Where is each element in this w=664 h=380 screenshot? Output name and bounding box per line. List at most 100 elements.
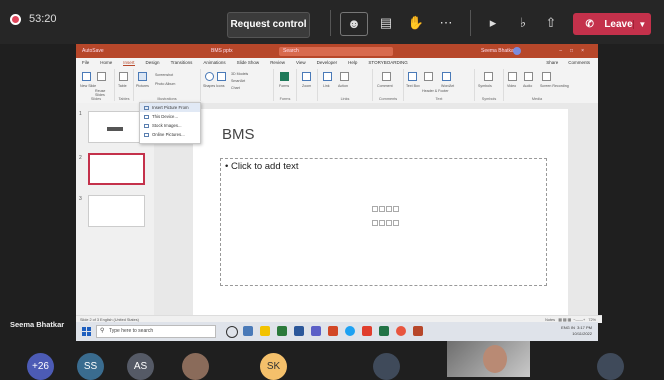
ribbon-group-symbols: Symbols Symbols — [475, 69, 504, 101]
reuse-slides-icon[interactable] — [97, 72, 106, 81]
participant-photo[interactable] — [597, 353, 624, 380]
app-icon[interactable] — [243, 326, 253, 336]
chat-icon[interactable]: ▤ — [373, 12, 399, 34]
new-slide-icon[interactable] — [82, 72, 91, 81]
tab-animations[interactable]: Animations — [203, 60, 225, 65]
system-tray[interactable]: ENG IN 3:17 PM 10/11/2022 — [561, 325, 592, 337]
ppt-search-box[interactable]: Search — [279, 46, 393, 56]
participant-photo[interactable] — [182, 353, 209, 380]
screenshot-label[interactable]: Screenshot — [155, 73, 173, 77]
windows-start-icon[interactable] — [82, 327, 91, 336]
file-explorer-icon[interactable] — [260, 326, 270, 336]
avatar[interactable] — [513, 47, 521, 55]
more-participants-badge[interactable]: +26 — [27, 353, 54, 380]
model-icon[interactable] — [393, 206, 399, 212]
menu-item-online-pictures[interactable]: Online Pictures... — [140, 130, 200, 139]
picture-icon[interactable] — [372, 220, 378, 226]
participant-avatar-as[interactable]: AS — [127, 353, 154, 380]
forms-label: Forms — [279, 84, 290, 88]
teams-icon[interactable] — [311, 326, 321, 336]
icon-insert-icon[interactable] — [393, 220, 399, 226]
slide-thumbnail-2[interactable] — [88, 153, 145, 185]
leave-button[interactable]: ✆ Leave ▼ — [573, 13, 651, 35]
stock-image-icon[interactable] — [379, 220, 385, 226]
audio-label: Audio — [523, 84, 533, 88]
text-box-icon[interactable] — [408, 72, 417, 81]
3d-models-label[interactable]: 3D Models — [231, 72, 248, 76]
table-icon[interactable] — [372, 206, 378, 212]
store-icon[interactable] — [277, 326, 287, 336]
camera-off-icon[interactable]: ▸ — [480, 12, 506, 34]
participant-photo[interactable] — [373, 353, 400, 380]
zoom-icon[interactable] — [302, 72, 311, 81]
comment-icon[interactable] — [382, 72, 391, 81]
participant-avatar-sk[interactable]: SK — [260, 353, 287, 380]
taskbar-search[interactable]: ⚲ Type here to search — [96, 325, 216, 338]
chart-label[interactable]: Chart — [231, 86, 240, 90]
shapes-icon[interactable] — [205, 72, 214, 81]
powerpoint-icon[interactable] — [413, 326, 423, 336]
taskbar-search-placeholder: Type here to search — [109, 328, 154, 334]
screen-recording-icon[interactable] — [542, 72, 551, 81]
pictures-icon[interactable] — [138, 72, 147, 81]
request-control-button[interactable]: Request control — [227, 12, 310, 38]
participant-video[interactable] — [447, 341, 530, 377]
tab-insert[interactable]: Insert — [123, 60, 135, 66]
share-screen-icon[interactable]: ⇧ — [538, 12, 564, 34]
share-button[interactable]: Share — [546, 60, 558, 65]
slide-title[interactable]: BMS — [222, 126, 255, 143]
chevron-down-icon[interactable]: ▼ — [632, 19, 651, 29]
leave-label: Leave — [604, 18, 633, 30]
more-options-icon[interactable]: ⋯ — [433, 12, 459, 34]
audio-icon[interactable] — [524, 72, 533, 81]
tab-transitions[interactable]: Transitions — [171, 60, 193, 65]
menu-item-insert-picture-from[interactable]: Insert Picture From — [140, 103, 200, 112]
symbols-icon[interactable] — [484, 72, 493, 81]
video-icon[interactable] — [508, 72, 517, 81]
tab-help[interactable]: Help — [348, 60, 357, 65]
action-icon[interactable] — [340, 72, 349, 81]
tab-developer[interactable]: Developer — [317, 60, 338, 65]
tab-review[interactable]: Review — [270, 60, 285, 65]
chart-icon[interactable] — [379, 206, 385, 212]
tab-view[interactable]: View — [296, 60, 306, 65]
word-icon[interactable] — [294, 326, 304, 336]
table-icon[interactable] — [119, 72, 128, 81]
chrome-icon[interactable] — [396, 326, 406, 336]
menu-item-this-device[interactable]: This Device... — [140, 112, 200, 121]
menu-item-stock-images[interactable]: Stock Images... — [140, 121, 200, 130]
slide-thumbnail-3[interactable] — [88, 195, 145, 227]
video-icon[interactable] — [386, 220, 392, 226]
app-icon-3[interactable] — [362, 326, 372, 336]
icons-icon[interactable] — [217, 72, 226, 81]
insert-picture-menu: Insert Picture From This Device... Stock… — [139, 102, 201, 144]
raise-hand-icon[interactable]: ✋ — [403, 12, 429, 34]
picture-icon — [144, 105, 149, 110]
tab-home[interactable]: Home — [100, 60, 112, 65]
excel-icon[interactable] — [379, 326, 389, 336]
tab-storyboarding[interactable]: STORYBOARDING — [368, 60, 407, 65]
tab-file[interactable]: File — [82, 60, 89, 65]
link-icon[interactable] — [323, 72, 332, 81]
mic-muted-icon[interactable]: ♭ — [510, 12, 536, 34]
photo-album-label[interactable]: Photo Album — [155, 82, 175, 86]
comments-button[interactable]: Comments — [568, 60, 590, 65]
wordart-icon[interactable] — [442, 72, 451, 81]
participant-avatar-ss[interactable]: SS — [77, 353, 104, 380]
slide-thumbnail-1[interactable] — [88, 111, 145, 143]
window-controls[interactable]: –□× — [559, 48, 592, 54]
autosave-toggle[interactable]: AutoSave — [82, 48, 104, 54]
current-slide: BMS • Click to add text — [193, 109, 568, 319]
content-placeholder[interactable]: • Click to add text — [220, 158, 547, 286]
edge-icon[interactable] — [345, 326, 355, 336]
task-view-icon[interactable] — [226, 326, 238, 338]
tab-slide-show[interactable]: Slide Show — [237, 60, 260, 65]
smartart-icon[interactable] — [386, 206, 392, 212]
participants-icon[interactable]: ☻ — [340, 12, 368, 36]
header-footer-icon[interactable] — [424, 72, 433, 81]
link-label: Link — [323, 84, 330, 88]
smartart-label[interactable]: SmartArt — [231, 79, 245, 83]
forms-icon[interactable] — [280, 72, 289, 81]
app-icon-2[interactable] — [328, 326, 338, 336]
tab-design[interactable]: Design — [146, 60, 160, 65]
